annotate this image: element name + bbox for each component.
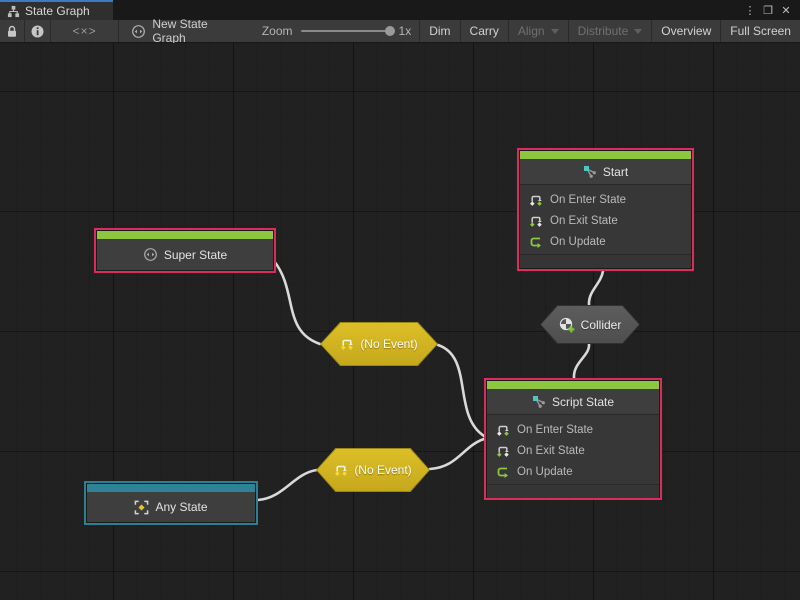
state-node-script-state[interactable]: Script State On Enter State — [484, 378, 662, 500]
start-color-strip — [520, 151, 691, 159]
transition-node-no-event-2[interactable]: (No Event) — [316, 448, 430, 492]
event-label: On Exit State — [517, 445, 585, 457]
node-title: Super State — [164, 248, 227, 262]
event-row-update[interactable]: On Update — [487, 461, 659, 482]
chevron-down-icon — [634, 29, 642, 34]
enter-state-icon — [496, 423, 510, 437]
fsm-icon — [131, 24, 146, 39]
zoom-label: Zoom — [262, 24, 293, 38]
distribute-label: Distribute — [578, 24, 629, 38]
no-event-label: (No Event) — [360, 337, 417, 351]
event-label: On Update — [517, 466, 573, 478]
transition-graph-icon — [583, 165, 597, 179]
info-icon — [31, 25, 44, 38]
tab-bar: State Graph ⋮ ❐ ✕ — [0, 0, 800, 20]
super-state-icon — [143, 247, 158, 262]
maximize-icon[interactable]: ❐ — [760, 2, 776, 18]
start-title-row[interactable]: Start — [520, 159, 691, 185]
info-button[interactable] — [25, 20, 50, 42]
new-state-graph-label: New State Graph — [152, 17, 242, 45]
edge-collider-scriptstate[interactable] — [574, 344, 589, 378]
lock-icon — [6, 25, 18, 38]
event-label: On Enter State — [550, 194, 626, 206]
event-label: On Exit State — [550, 215, 618, 227]
node-footer — [487, 484, 659, 498]
menu-dots-icon[interactable]: ⋮ — [742, 2, 758, 18]
carry-button[interactable]: Carry — [461, 20, 509, 42]
node-title: Any State — [155, 500, 207, 514]
collider-label: Collider — [581, 318, 622, 332]
zoom-slider-knob[interactable] — [385, 26, 395, 36]
transition-graph-icon — [532, 395, 546, 409]
edge-start-collider[interactable] — [589, 271, 603, 305]
transition-node-no-event-1[interactable]: (No Event) — [320, 322, 438, 366]
global-transition-collider[interactable]: Collider — [540, 305, 640, 344]
playmaker-window: State Graph ⋮ ❐ ✕ <×> — [0, 0, 800, 600]
variables-button[interactable]: <×> — [51, 20, 119, 42]
collider-icon — [559, 317, 575, 333]
super-state-color-strip — [97, 231, 273, 239]
enter-state-icon — [529, 193, 543, 207]
event-row-enter[interactable]: On Enter State — [487, 419, 659, 440]
any-state-title-row[interactable]: Any State — [87, 492, 255, 522]
exit-state-icon — [496, 444, 510, 458]
state-node-start[interactable]: Start On Enter State — [517, 148, 694, 271]
window-controls: ⋮ ❐ ✕ — [742, 0, 800, 20]
state-node-any-state[interactable]: Any State — [84, 481, 258, 525]
graph-canvas[interactable]: Start On Enter State — [0, 43, 800, 600]
any-state-icon — [134, 500, 149, 515]
dim-button[interactable]: Dim — [419, 20, 460, 42]
script-state-color-strip — [487, 381, 659, 389]
super-state-title-row[interactable]: Super State — [97, 239, 273, 270]
event-row-update[interactable]: On Update — [520, 231, 691, 252]
graph-toolbar: <×> New State Graph Zoom 1x Dim Carry Al… — [0, 20, 800, 43]
edge-superstate-noevent[interactable] — [274, 261, 320, 344]
no-event-label: (No Event) — [354, 463, 411, 477]
overview-button[interactable]: Overview — [652, 20, 721, 42]
code-icon: <×> — [73, 24, 97, 38]
no-event-icon — [334, 463, 348, 477]
script-state-title-row[interactable]: Script State — [487, 389, 659, 415]
exit-state-icon — [529, 214, 543, 228]
no-event-icon — [340, 337, 354, 351]
hierarchy-icon — [7, 5, 20, 18]
lock-button[interactable] — [0, 20, 25, 42]
any-state-color-strip — [87, 484, 255, 492]
node-title: Script State — [552, 395, 614, 409]
close-icon[interactable]: ✕ — [778, 2, 794, 18]
event-row-enter[interactable]: On Enter State — [520, 189, 691, 210]
edge-noevent2-scriptstate[interactable] — [430, 439, 484, 469]
zoom-value: 1x — [399, 24, 412, 38]
zoom-control: Zoom 1x — [254, 20, 419, 42]
state-node-super-state[interactable]: Super State — [94, 228, 276, 273]
chevron-down-icon — [551, 29, 559, 34]
update-loop-icon — [496, 465, 510, 479]
edge-noevent-scriptstate[interactable] — [438, 345, 484, 436]
tab-state-graph[interactable]: State Graph — [0, 0, 113, 20]
update-loop-icon — [529, 235, 543, 249]
new-state-graph-selector[interactable]: New State Graph — [119, 20, 254, 42]
zoom-slider[interactable] — [301, 30, 391, 32]
event-label: On Enter State — [517, 424, 593, 436]
full-screen-button[interactable]: Full Screen — [721, 20, 800, 42]
node-title: Start — [603, 165, 628, 179]
distribute-dropdown: Distribute — [569, 20, 653, 42]
event-row-exit[interactable]: On Exit State — [520, 210, 691, 231]
tab-label: State Graph — [25, 4, 90, 18]
node-footer — [520, 254, 691, 268]
align-label: Align — [518, 24, 545, 38]
event-row-exit[interactable]: On Exit State — [487, 440, 659, 461]
edge-anystate-noevent[interactable] — [258, 470, 317, 500]
event-label: On Update — [550, 236, 606, 248]
align-dropdown: Align — [509, 20, 569, 42]
